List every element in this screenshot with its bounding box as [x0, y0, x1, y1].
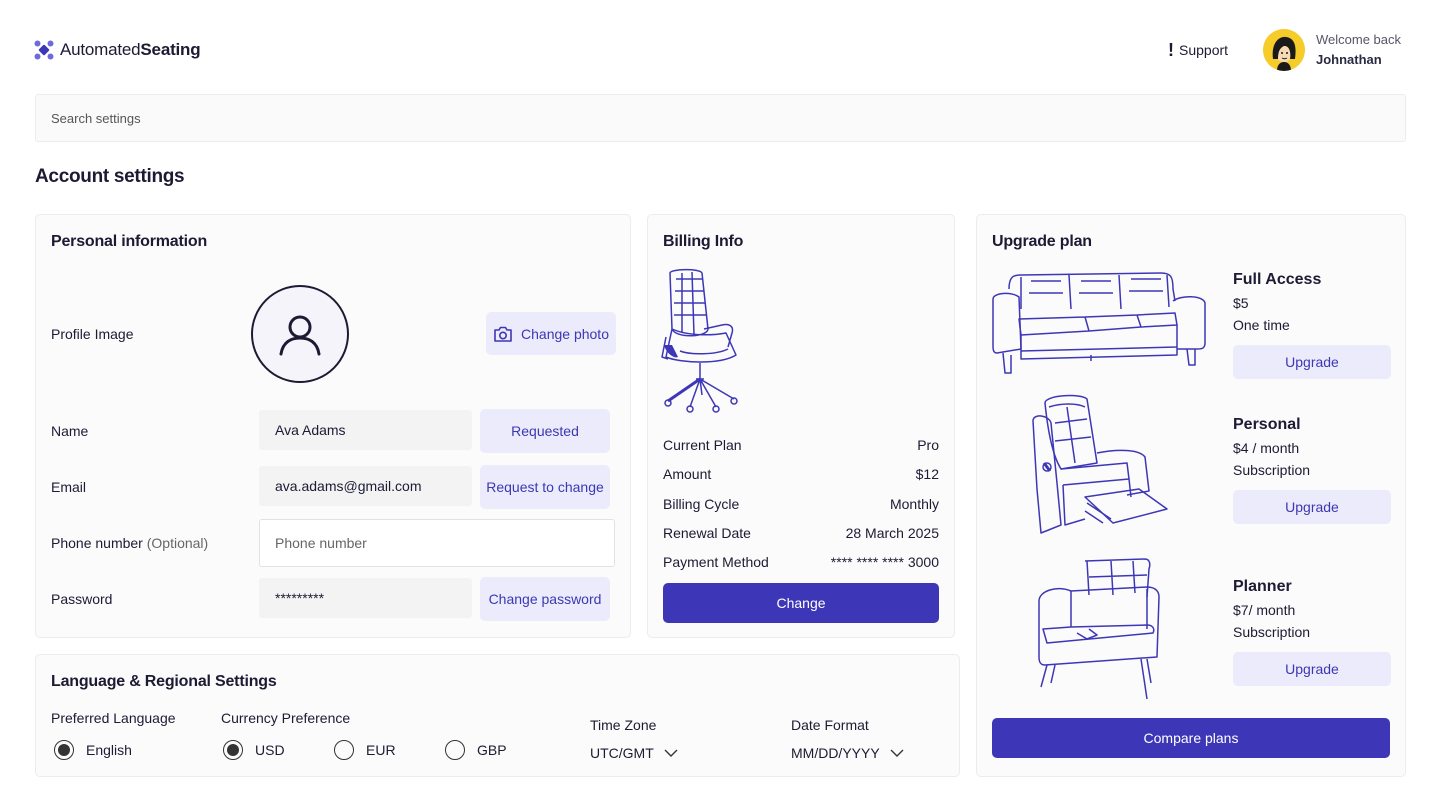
profile-image[interactable]: [251, 285, 349, 383]
support-label: Support: [1179, 42, 1229, 58]
search-input[interactable]: [35, 94, 1406, 142]
brand-name: AutomatedSeating: [60, 40, 201, 59]
plan-name-personal: Personal: [1233, 416, 1301, 433]
plan-term-planner: Subscription: [1233, 624, 1311, 640]
preferred-language-label: Preferred Language: [51, 710, 176, 726]
language-regional-title: Language & Regional Settings: [51, 673, 277, 690]
language-regional-card: Language & Regional Settings Preferred L…: [35, 654, 960, 777]
time-zone-select[interactable]: UTC/GMT: [590, 745, 678, 761]
billing-row-renewal-date: Renewal Date 28 March 2025: [663, 525, 939, 541]
welcome-text: Welcome back: [1316, 32, 1402, 47]
password-field: *********: [259, 578, 472, 618]
avatar-illustration-icon: [1263, 29, 1305, 71]
radio-eur[interactable]: [334, 740, 354, 760]
sofa-icon: [992, 272, 1206, 374]
billing-change-button[interactable]: Change: [663, 583, 939, 623]
chevron-down-icon: [890, 749, 904, 757]
name-requested-button[interactable]: Requested: [480, 409, 610, 453]
billing-row-payment-method: Payment Method **** **** **** 3000: [663, 554, 939, 570]
email-request-change-button[interactable]: Request to change: [480, 465, 610, 509]
radio-gbp[interactable]: [445, 740, 465, 760]
page-title: Account settings: [35, 166, 185, 187]
change-photo-label: Change photo: [521, 325, 609, 342]
change-photo-button[interactable]: Change photo: [486, 312, 616, 355]
profile-image-label: Profile Image: [51, 326, 134, 342]
logo-icon: [34, 40, 54, 60]
armchair-icon: [1038, 558, 1160, 700]
plan-price-full-access: $5: [1233, 295, 1249, 311]
billing-info-card: Billing Info Current Plan Pro Amount $12 B…: [647, 214, 955, 638]
currency-option-eur[interactable]: EUR: [334, 740, 396, 760]
password-label: Password: [51, 591, 113, 607]
change-password-button[interactable]: Change password: [480, 577, 610, 621]
camera-icon: [494, 326, 512, 342]
billing-row-billing-cycle: Billing Cycle Monthly: [663, 496, 939, 512]
upgrade-plan-title: Upgrade plan: [992, 233, 1092, 250]
compare-plans-button[interactable]: Compare plans: [992, 718, 1390, 758]
upgrade-plan-card: Upgrade plan Full Access $5 One time Upg…: [976, 214, 1406, 777]
recliner-icon: [1032, 394, 1168, 534]
language-option-english[interactable]: English: [54, 740, 132, 760]
plan-price-planner: $7/ month: [1233, 602, 1296, 618]
user-name: Johnathan: [1316, 52, 1382, 67]
currency-option-usd[interactable]: USD: [223, 740, 285, 760]
billing-info-title: Billing Info: [663, 233, 744, 250]
name-label: Name: [51, 423, 89, 439]
date-format-label: Date Format: [791, 717, 869, 733]
upgrade-planner-button[interactable]: Upgrade: [1233, 652, 1391, 686]
plan-term-personal: Subscription: [1233, 462, 1311, 478]
upgrade-full-access-button[interactable]: Upgrade: [1233, 345, 1391, 379]
office-chair-icon: [661, 268, 738, 413]
chevron-down-icon: [664, 749, 678, 757]
radio-english[interactable]: [54, 740, 74, 760]
email-label: Email: [51, 479, 87, 495]
support-link[interactable]: ! Support: [1168, 40, 1228, 60]
plan-term-full-access: One time: [1233, 317, 1290, 333]
email-field: ava.adams@gmail.com: [259, 466, 472, 506]
billing-row-current-plan: Current Plan Pro: [663, 437, 939, 453]
phone-label: Phone number (Optional): [51, 535, 209, 551]
phone-input[interactable]: [259, 519, 615, 567]
upgrade-personal-button[interactable]: Upgrade: [1233, 490, 1391, 524]
exclamation-icon: !: [1168, 40, 1174, 60]
user-icon: [279, 315, 321, 356]
currency-option-gbp[interactable]: GBP: [445, 740, 507, 760]
currency-preference-label: Currency Preference: [221, 710, 351, 726]
plan-name-full-access: Full Access: [1233, 271, 1322, 288]
plan-name-planner: Planner: [1233, 578, 1292, 595]
time-zone-label: Time Zone: [590, 717, 657, 733]
name-field: Ava Adams: [259, 410, 472, 450]
avatar[interactable]: [1263, 29, 1305, 71]
brand-logo[interactable]: AutomatedSeating: [34, 38, 201, 62]
plan-price-personal: $4 / month: [1233, 440, 1300, 456]
personal-info-card: Personal information Profile Image Chang…: [35, 214, 631, 638]
date-format-select[interactable]: MM/DD/YYYY: [791, 745, 904, 761]
billing-row-amount: Amount $12: [663, 466, 939, 482]
personal-info-title: Personal information: [51, 233, 208, 250]
radio-usd[interactable]: [223, 740, 243, 760]
